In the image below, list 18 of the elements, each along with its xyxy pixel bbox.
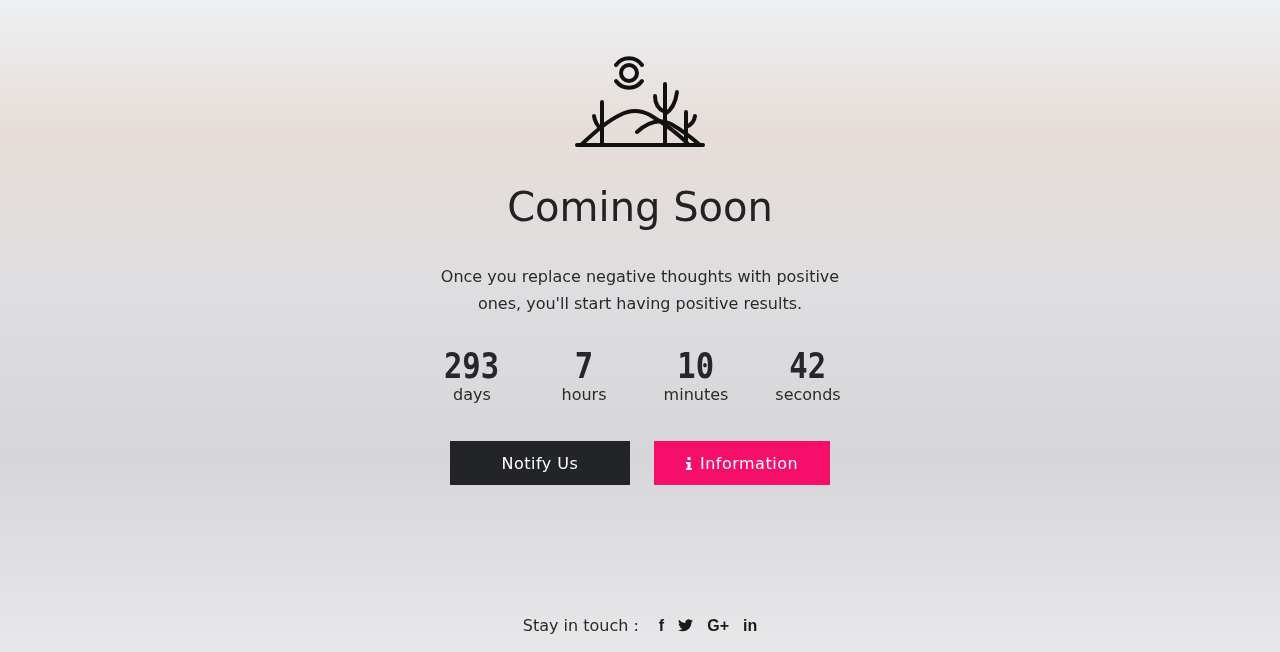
information-button[interactable]: Information <box>653 441 831 485</box>
stay-in-touch-label: Stay in touch : <box>522 616 639 635</box>
countdown-number: 42 <box>789 347 827 385</box>
tagline: Once you replace negative thoughts with positive ones, you'll start having positive results. <box>439 266 841 315</box>
countdown-label: seconds <box>775 385 841 405</box>
countdown-number: 10 <box>677 347 715 385</box>
countdown-label: minutes <box>663 385 729 405</box>
social-link[interactable]: in <box>743 616 758 635</box>
bird-icon[interactable] <box>678 619 694 632</box>
info-icon <box>685 456 692 470</box>
countdown-label: days <box>453 385 491 405</box>
countdown-number: 293 <box>444 347 500 385</box>
page-title: Coming Soon <box>507 183 773 231</box>
notify-button[interactable]: Notify Us <box>449 441 630 485</box>
countdown-number: 7 <box>574 347 594 385</box>
social-link[interactable]: G+ <box>707 616 729 635</box>
countdown-label: hours <box>561 385 607 405</box>
social-link[interactable]: f <box>658 616 665 635</box>
